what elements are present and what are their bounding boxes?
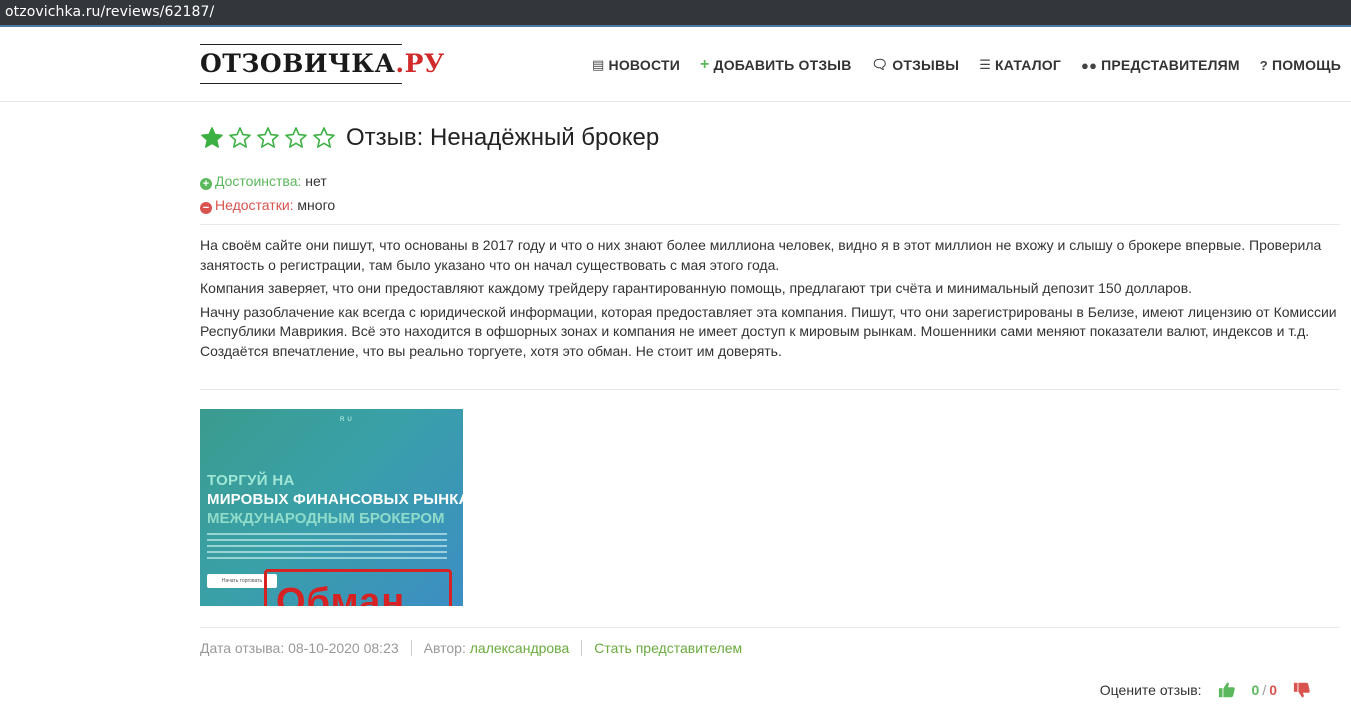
nav-add-review[interactable]: + ДОБАВИТЬ ОТЗЫВ (700, 56, 852, 74)
review-title: Отзыв: Ненадёжный брокер (346, 124, 660, 151)
users-icon: ●● (1081, 57, 1098, 73)
list-icon: ☰ (979, 57, 992, 72)
dislikes-count: 0 (1269, 682, 1277, 698)
review-meta: Дата отзыва: 08-10-2020 08:23 Автор: лал… (200, 640, 742, 656)
meta-separator (410, 640, 412, 656)
become-representative-link[interactable]: Стать представителем (594, 640, 742, 656)
pros-value: нет (305, 173, 327, 189)
nav-catalog-label: КАТАЛОГ (995, 57, 1062, 73)
review-title-row: Отзыв: Ненадёжный брокер (200, 124, 659, 152)
site-logo[interactable]: ОТЗОВИЧКА.РУ (200, 44, 444, 84)
logo-domain: .РУ (395, 49, 445, 78)
question-icon: ? (1259, 57, 1268, 73)
plus-circle-icon: + (200, 178, 212, 190)
meta-separator (581, 640, 583, 656)
image-small-text (207, 533, 447, 559)
review-body: На своём сайте они пишут, что основаны в… (200, 236, 1345, 365)
star-empty-icon (285, 127, 307, 148)
star-empty-icon (257, 127, 279, 148)
review-date: 08-10-2020 08:23 (288, 640, 399, 656)
cons-value: много (297, 197, 336, 213)
nav-news-label: НОВОСТИ (608, 57, 680, 73)
nav-add-review-label: ДОБАВИТЬ ОТЗЫВ (713, 57, 852, 73)
review-cons: − Недостатки: много (200, 197, 335, 214)
nav-news[interactable]: ▤ НОВОСТИ (592, 56, 680, 74)
image-headline-1: ТОРГУЙ НА (207, 472, 295, 489)
logo-text: ОТЗОВИЧКА (200, 49, 396, 78)
review-pros: + Достоинства: нет (200, 173, 327, 190)
minus-circle-icon: − (200, 202, 212, 214)
rate-review: Оцените отзыв: 0/0 (1100, 681, 1327, 699)
image-headline-2: МИРОВЫХ ФИНАНСОВЫХ РЫНКАХ (207, 491, 463, 508)
likes-count: 0 (1251, 682, 1260, 698)
nav-help-label: ПОМОЩЬ (1271, 57, 1341, 73)
image-lang: RU (340, 417, 355, 423)
image-headline-3: МЕЖДУНАРОДНЫМ БРОКЕРОМ (207, 510, 445, 527)
star-empty-icon (313, 127, 335, 148)
divider (200, 389, 1340, 390)
nav-reviews-label: ОТЗЫВЫ (892, 57, 960, 73)
author-label: Автор: (423, 640, 466, 656)
date-label: Дата отзыва: (200, 640, 285, 656)
star-filled-icon (201, 127, 223, 148)
review-paragraph: Компания заверяет, что они предоставляют… (200, 280, 1193, 296)
thumbs-down-icon[interactable] (1293, 681, 1311, 699)
nav-representatives-label: ПРЕДСТАВИТЕЛЯМ (1101, 57, 1240, 73)
rate-label: Оцените отзыв: (1099, 682, 1202, 698)
plus-icon: + (699, 56, 710, 73)
author-link[interactable]: лалександрова (470, 640, 570, 656)
rating-stars (200, 126, 336, 150)
divider (200, 627, 1340, 628)
browser-address-bar[interactable]: otzovichka.ru/reviews/62187/ (0, 0, 1351, 27)
thumbs-up-icon[interactable] (1218, 681, 1236, 699)
pros-label: Достоинства: (215, 173, 302, 189)
nav-help[interactable]: ? ПОМОЩЬ (1260, 56, 1341, 74)
cons-label: Недостатки: (215, 197, 294, 213)
scam-stamp-text: Обман (276, 581, 406, 606)
nav-representatives[interactable]: ●● ПРЕДСТАВИТЕЛЯМ (1081, 56, 1240, 74)
nav-catalog[interactable]: ☰ КАТАЛОГ (979, 56, 1061, 74)
divider (200, 224, 1340, 225)
nav-reviews[interactable]: 🗨 ОТЗЫВЫ (872, 56, 960, 74)
review-image[interactable]: RU ТОРГУЙ НА МИРОВЫХ ФИНАНСОВЫХ РЫНКАХ М… (200, 409, 463, 606)
review-paragraph: Начну разоблачение как всегда с юридичес… (200, 303, 1337, 359)
site-header: ОТЗОВИЧКА.РУ ▤ НОВОСТИ + ДОБАВИТЬ ОТЗЫВ … (0, 27, 1351, 102)
newspaper-icon: ▤ (592, 57, 605, 72)
star-empty-icon (229, 127, 251, 148)
address-url[interactable]: otzovichka.ru/reviews/62187/ (5, 4, 214, 20)
rate-counts: 0/0 (1251, 682, 1277, 698)
main-nav: ▤ НОВОСТИ + ДОБАВИТЬ ОТЗЫВ 🗨 ОТЗЫВЫ ☰ КА… (592, 56, 1341, 74)
comments-icon: 🗨 (871, 57, 889, 72)
review-paragraph: На своём сайте они пишут, что основаны в… (200, 237, 1322, 273)
